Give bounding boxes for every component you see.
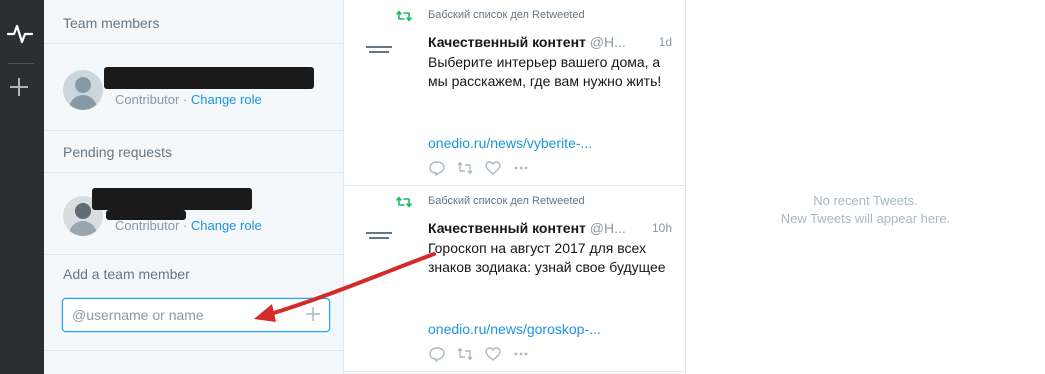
reply-icon[interactable] [428,160,446,176]
like-icon[interactable] [484,346,502,362]
tweet-time[interactable]: 10h [652,221,672,235]
retweeted-by: Бабский список дел Retweeted [428,9,585,21]
add-team-member-heading: Add a team member [63,266,190,282]
team-members-heading: Team members [63,15,160,31]
add-column-icon[interactable] [8,76,30,98]
tweet-text: Гороскоп на август 2017 для всех знаков … [428,240,666,275]
divider [44,172,344,173]
divider [44,130,344,131]
retweet-action-icon[interactable] [456,160,474,176]
tweet-author[interactable]: Качественный контент @H... [428,34,626,50]
retweet-icon [396,196,412,208]
divider [44,350,344,351]
rail-divider [8,63,34,64]
tweet-actions [428,160,568,176]
tweets-column: Бабский список дел Retweeted Качественны… [344,0,686,374]
more-icon[interactable] [512,346,530,362]
tweet-time[interactable]: 1d [659,35,672,49]
author-avatar[interactable] [366,42,402,58]
tweet-item[interactable]: Бабский список дел Retweeted Качественны… [344,0,686,186]
left-nav-rail [0,0,44,374]
team-member-row: Contributor · Change role [44,62,344,122]
tweet-text: Выберите интерьер вашего дома, а мы расс… [428,54,662,89]
member-role: Contributor · Change role [115,218,262,233]
author-avatar[interactable] [366,228,402,244]
tweet-author[interactable]: Качественный контент @H... [428,220,626,236]
redacted-name [92,188,252,210]
divider [44,43,344,44]
retweet-action-icon[interactable] [456,346,474,362]
tweet-actions [428,346,568,362]
retweet-icon [396,10,412,22]
change-role-link[interactable]: Change role [191,92,262,107]
empty-state-title: No recent Tweets. [813,193,918,208]
redacted-name [104,67,314,89]
tweet-link[interactable]: onedio.ru/news/vyberite-... [428,135,592,151]
team-panel: Team members Contributor · Change role P… [44,0,344,374]
change-role-link[interactable]: Change role [191,218,262,233]
add-member-field[interactable] [62,298,330,332]
empty-state-subtitle: New Tweets will appear here. [780,211,951,226]
divider [44,254,344,255]
plus-icon[interactable] [305,306,321,322]
default-avatar-icon [63,70,103,110]
tweet-item[interactable]: Бабский список дел Retweeted Качественны… [344,186,686,372]
pending-request-row: Contributor · Change role [44,188,344,248]
tweet-link[interactable]: onedio.ru/news/goroskop-... [428,321,601,337]
retweeted-by: Бабский список дел Retweeted [428,195,585,207]
empty-column: No recent Tweets. New Tweets will appear… [686,0,1045,374]
like-icon[interactable] [484,160,502,176]
activity-icon[interactable] [6,22,34,46]
member-role: Contributor · Change role [115,92,262,107]
more-icon[interactable] [512,160,530,176]
add-member-input[interactable] [63,299,303,331]
reply-icon[interactable] [428,346,446,362]
pending-requests-heading: Pending requests [63,144,172,160]
